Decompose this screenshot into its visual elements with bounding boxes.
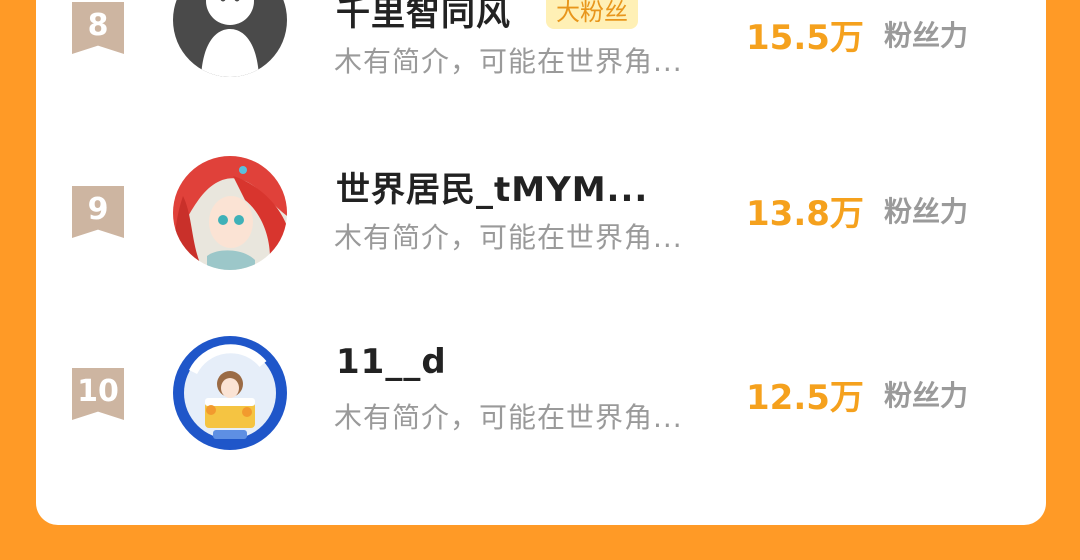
anime-girl-avatar-icon[interactable] [173,156,287,270]
rank-badge: 9 [72,186,124,238]
default-user-avatar-icon[interactable] [173,0,287,77]
fans-label: 粉丝力 [884,19,969,52]
fans-count: 13.8万 [746,194,864,234]
list-item[interactable]: 8 千里智同风 大粉丝 木有简介，可能在世界角... 15.5万 粉丝力 [36,0,1046,100]
birthday-avatar-icon[interactable] [173,336,287,450]
username[interactable]: 11__d [336,342,447,382]
fans-label: 粉丝力 [884,379,969,412]
list-item[interactable]: 10 11__d 木有简介，可能在世界角... 12.5万 粉丝力 [36,330,1046,460]
leaderboard-card: 8 千里智同风 大粉丝 木有简介，可能在世界角... 15.5万 粉丝力 9 世… [36,0,1046,525]
rank-badge: 8 [72,2,124,54]
user-bio: 木有简介，可能在世界角... [334,401,683,434]
fans-count: 12.5万 [746,378,864,418]
rank-badge: 10 [72,368,124,420]
fans-count: 15.5万 [746,18,864,58]
username[interactable]: 世界居民_tMYM... [336,162,648,211]
list-item[interactable]: 9 世界居民_tMYM... 木有简介，可能在世界角... 13.8万 粉丝力 [36,150,1046,280]
user-bio: 木有简介，可能在世界角... [334,45,683,78]
user-bio: 木有简介，可能在世界角... [334,221,683,254]
big-fan-badge: 大粉丝 [546,0,638,29]
username[interactable]: 千里智同风 [336,0,511,35]
fans-label: 粉丝力 [884,195,969,228]
